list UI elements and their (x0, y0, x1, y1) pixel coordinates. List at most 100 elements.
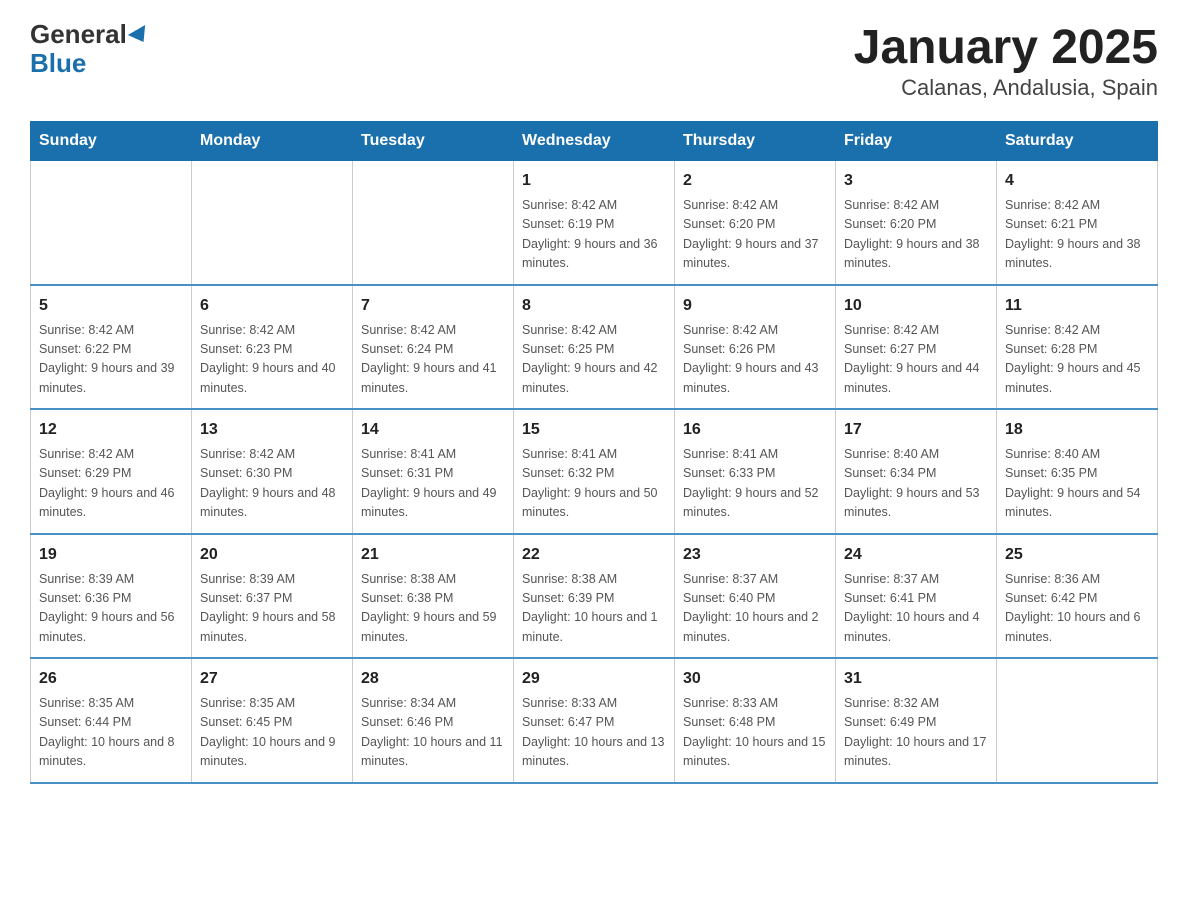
day-info: Sunrise: 8:41 AMSunset: 6:33 PMDaylight:… (683, 445, 827, 523)
day-number: 3 (844, 169, 988, 193)
calendar-cell: 8 Sunrise: 8:42 AMSunset: 6:25 PMDaylight… (514, 285, 675, 410)
day-info: Sunrise: 8:38 AMSunset: 6:39 PMDaylight:… (522, 570, 666, 648)
day-info: Sunrise: 8:32 AMSunset: 6:49 PMDaylight:… (844, 694, 988, 772)
day-info: Sunrise: 8:41 AMSunset: 6:32 PMDaylight:… (522, 445, 666, 523)
calendar-cell: 5 Sunrise: 8:42 AMSunset: 6:22 PMDaylight… (31, 285, 192, 410)
calendar-week-3: 12 Sunrise: 8:42 AMSunset: 6:29 PMDayligh… (31, 409, 1158, 534)
header-row: SundayMondayTuesdayWednesdayThursdayFrid… (31, 122, 1158, 161)
header-cell-sunday: Sunday (31, 122, 192, 161)
page-subtitle: Calanas, Andalusia, Spain (854, 75, 1158, 101)
calendar-cell: 10Sunrise: 8:42 AMSunset: 6:27 PMDayligh… (836, 285, 997, 410)
page-header: General Blue January 2025 Calanas, Andal… (30, 20, 1158, 101)
calendar-cell: 12 Sunrise: 8:42 AMSunset: 6:29 PMDayligh… (31, 409, 192, 534)
day-info: Sunrise: 8:42 AMSunset: 6:24 PMDaylight:… (361, 321, 505, 399)
day-info: Sunrise: 8:36 AMSunset: 6:42 PMDaylight:… (1005, 570, 1149, 648)
calendar-cell: 13Sunrise: 8:42 AMSunset: 6:30 PMDayligh… (192, 409, 353, 534)
header-cell-saturday: Saturday (997, 122, 1158, 161)
day-number: 7 (361, 294, 505, 318)
day-number: 14 (361, 418, 505, 442)
calendar-cell: 1Sunrise: 8:42 AMSunset: 6:19 PMDaylight… (514, 161, 675, 285)
logo-general-text: General (30, 20, 150, 49)
calendar-week-2: 5 Sunrise: 8:42 AMSunset: 6:22 PMDaylight… (31, 285, 1158, 410)
day-number: 10 (844, 294, 988, 318)
calendar-cell (997, 658, 1158, 783)
day-number: 5 (39, 294, 183, 318)
calendar-cell: 4 Sunrise: 8:42 AMSunset: 6:21 PMDaylight… (997, 161, 1158, 285)
calendar-cell: 20 Sunrise: 8:39 AMSunset: 6:37 PMDayligh… (192, 534, 353, 659)
day-number: 22 (522, 543, 666, 567)
day-info: Sunrise: 8:41 AMSunset: 6:31 PMDaylight:… (361, 445, 505, 523)
day-info: Sunrise: 8:42 AMSunset: 6:20 PMDaylight:… (844, 196, 988, 274)
day-info: Sunrise: 8:39 AMSunset: 6:36 PMDaylight:… (39, 570, 183, 648)
calendar-cell: 7 Sunrise: 8:42 AMSunset: 6:24 PMDaylight… (353, 285, 514, 410)
calendar-cell: 26 Sunrise: 8:35 AMSunset: 6:44 PMDayligh… (31, 658, 192, 783)
day-number: 30 (683, 667, 827, 691)
day-info: Sunrise: 8:33 AMSunset: 6:48 PMDaylight:… (683, 694, 827, 772)
day-info: Sunrise: 8:42 AMSunset: 6:25 PMDaylight:… (522, 321, 666, 399)
day-number: 27 (200, 667, 344, 691)
calendar-cell: 27Sunrise: 8:35 AMSunset: 6:45 PMDayligh… (192, 658, 353, 783)
day-number: 11 (1005, 294, 1149, 318)
calendar-cell: 15 Sunrise: 8:41 AMSunset: 6:32 PMDayligh… (514, 409, 675, 534)
day-info: Sunrise: 8:37 AMSunset: 6:41 PMDaylight:… (844, 570, 988, 648)
day-info: Sunrise: 8:42 AMSunset: 6:23 PMDaylight:… (200, 321, 344, 399)
day-number: 18 (1005, 418, 1149, 442)
calendar-cell: 29Sunrise: 8:33 AMSunset: 6:47 PMDayligh… (514, 658, 675, 783)
calendar-cell: 25 Sunrise: 8:36 AMSunset: 6:42 PMDayligh… (997, 534, 1158, 659)
calendar-cell: 24Sunrise: 8:37 AMSunset: 6:41 PMDayligh… (836, 534, 997, 659)
calendar-cell: 23 Sunrise: 8:37 AMSunset: 6:40 PMDayligh… (675, 534, 836, 659)
calendar-cell: 28Sunrise: 8:34 AMSunset: 6:46 PMDayligh… (353, 658, 514, 783)
day-info: Sunrise: 8:34 AMSunset: 6:46 PMDaylight:… (361, 694, 505, 772)
day-number: 12 (39, 418, 183, 442)
day-info: Sunrise: 8:40 AMSunset: 6:35 PMDaylight:… (1005, 445, 1149, 523)
calendar-cell: 21 Sunrise: 8:38 AMSunset: 6:38 PMDayligh… (353, 534, 514, 659)
calendar-cell (192, 161, 353, 285)
logo-blue-text: Blue (30, 49, 150, 78)
day-number: 21 (361, 543, 505, 567)
day-number: 13 (200, 418, 344, 442)
day-info: Sunrise: 8:42 AMSunset: 6:29 PMDaylight:… (39, 445, 183, 523)
calendar-table: SundayMondayTuesdayWednesdayThursdayFrid… (30, 121, 1158, 784)
calendar-cell (353, 161, 514, 285)
day-info: Sunrise: 8:37 AMSunset: 6:40 PMDaylight:… (683, 570, 827, 648)
day-number: 26 (39, 667, 183, 691)
calendar-week-1: 1Sunrise: 8:42 AMSunset: 6:19 PMDaylight… (31, 161, 1158, 285)
calendar-cell: 9 Sunrise: 8:42 AMSunset: 6:26 PMDaylight… (675, 285, 836, 410)
day-number: 1 (522, 169, 666, 193)
calendar-week-5: 26 Sunrise: 8:35 AMSunset: 6:44 PMDayligh… (31, 658, 1158, 783)
calendar-body: 1Sunrise: 8:42 AMSunset: 6:19 PMDaylight… (31, 161, 1158, 783)
calendar-cell: 3 Sunrise: 8:42 AMSunset: 6:20 PMDaylight… (836, 161, 997, 285)
day-number: 6 (200, 294, 344, 318)
day-info: Sunrise: 8:42 AMSunset: 6:26 PMDaylight:… (683, 321, 827, 399)
day-number: 23 (683, 543, 827, 567)
calendar-cell: 6 Sunrise: 8:42 AMSunset: 6:23 PMDaylight… (192, 285, 353, 410)
day-info: Sunrise: 8:40 AMSunset: 6:34 PMDaylight:… (844, 445, 988, 523)
day-number: 25 (1005, 543, 1149, 567)
day-info: Sunrise: 8:35 AMSunset: 6:44 PMDaylight:… (39, 694, 183, 772)
title-area: January 2025 Calanas, Andalusia, Spain (854, 20, 1158, 101)
calendar-cell: 31Sunrise: 8:32 AMSunset: 6:49 PMDayligh… (836, 658, 997, 783)
day-number: 29 (522, 667, 666, 691)
day-info: Sunrise: 8:42 AMSunset: 6:28 PMDaylight:… (1005, 321, 1149, 399)
day-number: 4 (1005, 169, 1149, 193)
day-info: Sunrise: 8:42 AMSunset: 6:21 PMDaylight:… (1005, 196, 1149, 274)
day-number: 19 (39, 543, 183, 567)
page-title: January 2025 (854, 20, 1158, 75)
calendar-header: SundayMondayTuesdayWednesdayThursdayFrid… (31, 122, 1158, 161)
calendar-week-4: 19 Sunrise: 8:39 AMSunset: 6:36 PMDayligh… (31, 534, 1158, 659)
calendar-cell (31, 161, 192, 285)
day-info: Sunrise: 8:42 AMSunset: 6:22 PMDaylight:… (39, 321, 183, 399)
day-info: Sunrise: 8:42 AMSunset: 6:20 PMDaylight:… (683, 196, 827, 274)
day-number: 15 (522, 418, 666, 442)
calendar-cell: 17Sunrise: 8:40 AMSunset: 6:34 PMDayligh… (836, 409, 997, 534)
day-info: Sunrise: 8:39 AMSunset: 6:37 PMDaylight:… (200, 570, 344, 648)
header-cell-monday: Monday (192, 122, 353, 161)
day-info: Sunrise: 8:38 AMSunset: 6:38 PMDaylight:… (361, 570, 505, 648)
header-cell-thursday: Thursday (675, 122, 836, 161)
day-number: 9 (683, 294, 827, 318)
calendar-cell: 11 Sunrise: 8:42 AMSunset: 6:28 PMDayligh… (997, 285, 1158, 410)
day-number: 20 (200, 543, 344, 567)
header-cell-friday: Friday (836, 122, 997, 161)
day-number: 16 (683, 418, 827, 442)
day-number: 8 (522, 294, 666, 318)
